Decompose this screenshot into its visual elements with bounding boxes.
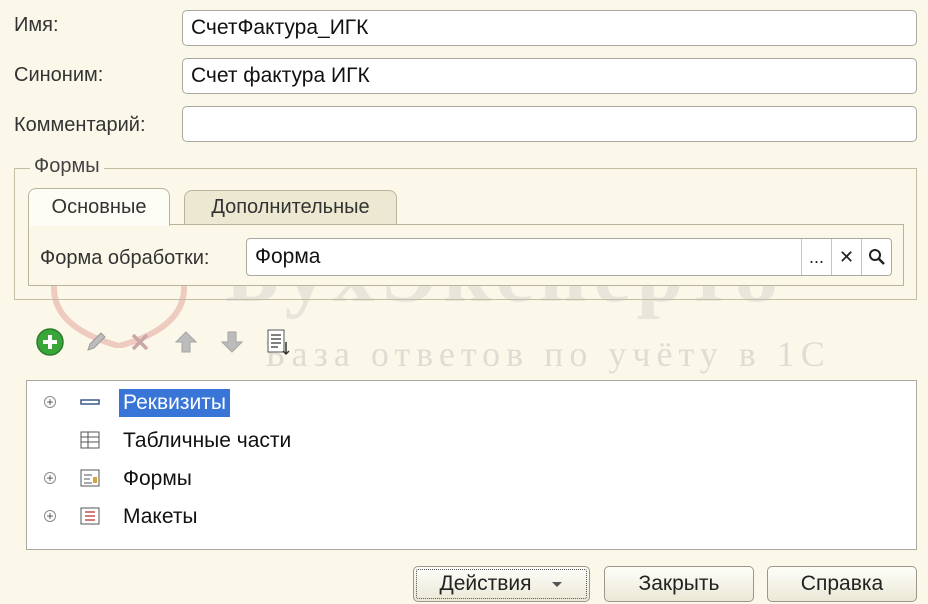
actions-label: Действия bbox=[439, 572, 532, 595]
tree-row-tabular-parts[interactable]: Табличные части bbox=[27, 423, 916, 457]
move-down-icon[interactable] bbox=[216, 326, 248, 358]
tab-main-label: Основные bbox=[51, 196, 147, 218]
help-button[interactable]: Справка bbox=[767, 566, 917, 602]
comment-input[interactable] bbox=[182, 106, 917, 142]
tree-item-label: Реквизиты bbox=[119, 389, 230, 417]
attributes-icon bbox=[80, 399, 100, 405]
edit-icon[interactable] bbox=[80, 326, 112, 358]
actions-button[interactable]: Действия bbox=[413, 566, 590, 602]
forms-group-title: Формы bbox=[30, 155, 104, 178]
search-icon[interactable] bbox=[861, 239, 891, 275]
tree-row-templates[interactable]: + Макеты bbox=[27, 499, 916, 533]
name-input[interactable]: СчетФактура_ИГК bbox=[182, 10, 917, 46]
synonym-input[interactable]: Счет фактура ИГК bbox=[182, 58, 917, 94]
delete-icon[interactable] bbox=[124, 326, 156, 358]
expand-icon[interactable]: + bbox=[44, 396, 56, 408]
close-button[interactable]: Закрыть bbox=[604, 566, 754, 602]
expand-icon[interactable]: + bbox=[44, 510, 56, 522]
chevron-down-icon bbox=[551, 582, 562, 587]
watermark-tagline: База ответов по учёту в 1С bbox=[265, 334, 831, 374]
add-icon[interactable] bbox=[34, 326, 66, 358]
tree-item-label: Формы bbox=[123, 467, 192, 490]
tree-row-forms[interactable]: + Формы bbox=[27, 461, 916, 495]
ellipsis-button[interactable]: ... bbox=[801, 239, 831, 275]
tree-item-label: Макеты bbox=[123, 505, 198, 528]
processing-form-label: Форма обработки: bbox=[40, 247, 210, 269]
tree-item-label: Табличные части bbox=[123, 429, 292, 452]
synonym-label: Синоним: bbox=[14, 64, 104, 86]
clear-icon[interactable]: ✕ bbox=[831, 239, 861, 275]
tab-main[interactable]: Основные bbox=[28, 188, 170, 226]
metadata-tree[interactable]: + Реквизиты Табличные части + Формы + Ма… bbox=[26, 380, 917, 550]
expand-icon[interactable]: + bbox=[44, 472, 56, 484]
processing-form-value: Форма bbox=[255, 245, 321, 268]
tabular-parts-icon bbox=[80, 431, 100, 449]
forms-icon bbox=[80, 469, 100, 487]
synonym-value: Счет фактура ИГК bbox=[191, 64, 370, 87]
move-up-icon[interactable] bbox=[170, 326, 202, 358]
templates-icon bbox=[80, 507, 100, 525]
list-icon[interactable] bbox=[262, 326, 294, 358]
processing-form-field[interactable]: Форма ... ✕ bbox=[246, 238, 892, 276]
comment-label: Комментарий: bbox=[14, 114, 146, 136]
tab-additional-label: Дополнительные bbox=[211, 196, 370, 218]
tree-row-attributes[interactable]: + Реквизиты bbox=[27, 385, 916, 419]
tab-additional[interactable]: Дополнительные bbox=[184, 190, 397, 224]
name-value: СчетФактура_ИГК bbox=[191, 16, 369, 39]
name-label: Имя: bbox=[14, 14, 59, 36]
